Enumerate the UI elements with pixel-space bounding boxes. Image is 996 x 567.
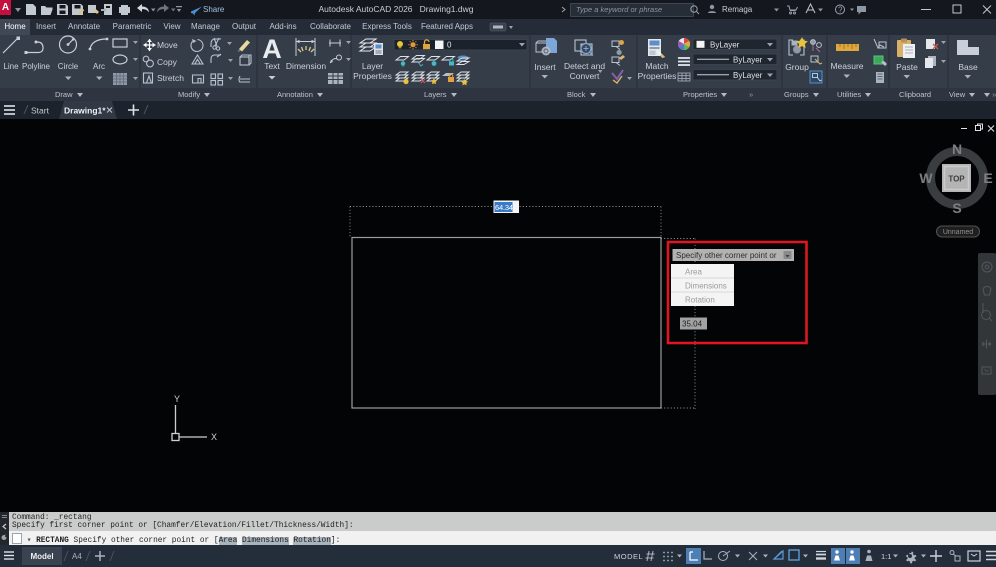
svg-text:W: W: [919, 170, 933, 186]
svg-text:Drawing1*: Drawing1*: [64, 106, 106, 116]
svg-text:Unnamed: Unnamed: [943, 229, 973, 236]
svg-text:TOP: TOP: [948, 175, 965, 184]
svg-text:A4: A4: [72, 552, 82, 561]
svg-text:Start: Start: [31, 106, 50, 116]
svg-text:MODEL: MODEL: [614, 552, 643, 561]
svg-text:Y: Y: [174, 394, 180, 404]
svg-text:ByLayer: ByLayer: [710, 40, 740, 49]
svg-text:X: X: [211, 432, 217, 442]
svg-text:S: S: [952, 200, 961, 216]
svg-text:Model: Model: [30, 552, 53, 561]
svg-text:E: E: [983, 170, 992, 186]
svg-text:A: A: [262, 35, 282, 64]
svg-text:ByLayer: ByLayer: [733, 71, 763, 80]
svg-text:64.34: 64.34: [495, 203, 513, 212]
svg-text:35.04: 35.04: [682, 320, 703, 329]
svg-text:Specify other corner point or: Specify other corner point or: [676, 251, 777, 260]
svg-text:ByLayer: ByLayer: [733, 55, 763, 64]
svg-text:Dimensions: Dimensions: [685, 282, 727, 291]
svg-text:Area: Area: [685, 268, 702, 277]
svg-text:?: ?: [838, 6, 843, 15]
svg-text:0: 0: [447, 41, 452, 50]
svg-text:Rotation: Rotation: [685, 296, 715, 305]
svg-text:1:1: 1:1: [881, 552, 891, 561]
svg-text:N: N: [952, 141, 962, 157]
